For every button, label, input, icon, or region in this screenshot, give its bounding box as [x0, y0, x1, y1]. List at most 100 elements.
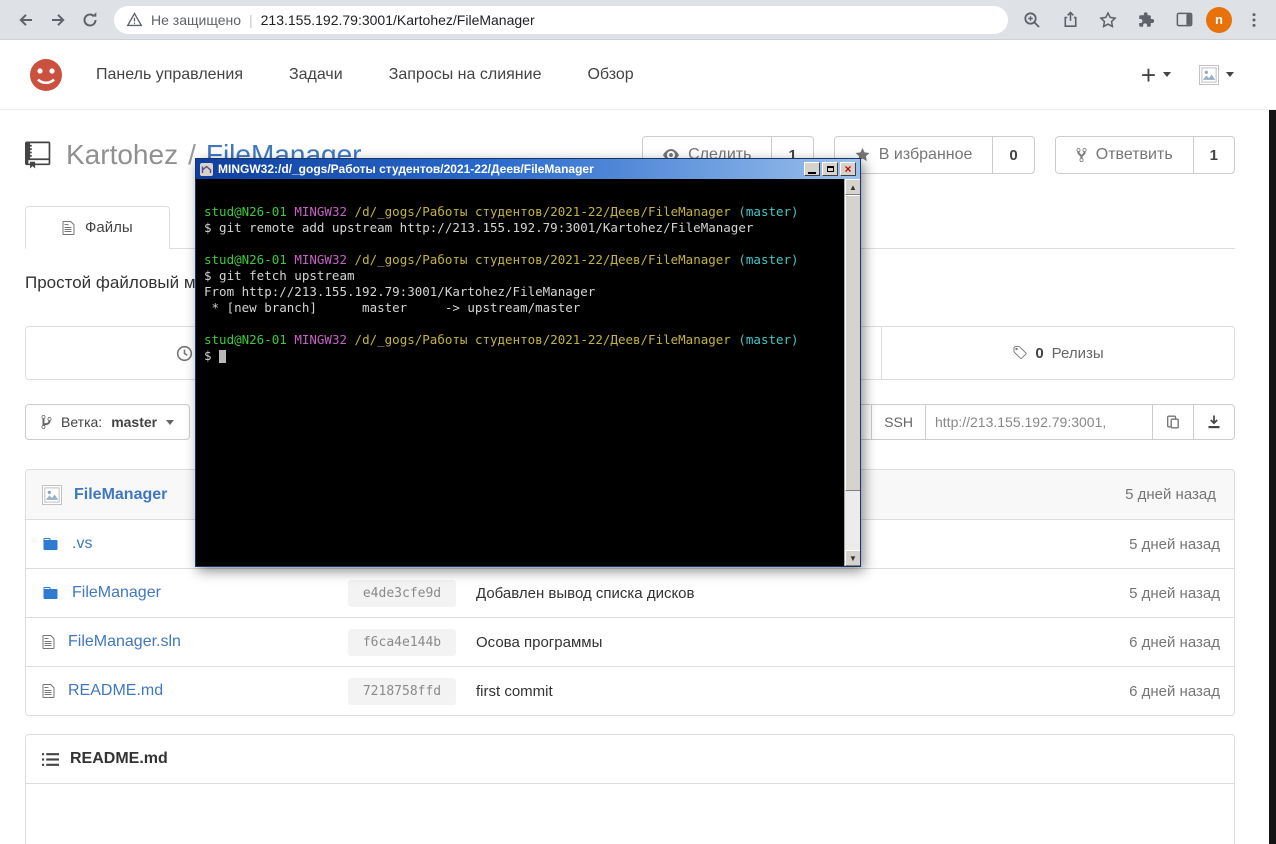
- latest-commit-age: 5 дней назад: [1125, 486, 1216, 503]
- star-group: В избранное 0: [833, 136, 1035, 174]
- create-new-plus-icon[interactable]: +: [1141, 62, 1156, 88]
- side-panel-icon[interactable]: [1168, 4, 1200, 36]
- restore-button[interactable]: [822, 162, 838, 176]
- readme-header: README.md: [26, 735, 1234, 784]
- file-link[interactable]: README.md: [68, 682, 163, 700]
- file-link[interactable]: FileManager.sln: [68, 633, 181, 651]
- terminal-input-line: $: [204, 348, 838, 364]
- committer-avatar-placeholder: [42, 484, 62, 505]
- list-icon: [42, 752, 59, 767]
- row-age: 6 дней назад: [1129, 682, 1220, 700]
- bookmark-star-icon[interactable]: [1092, 4, 1124, 36]
- user-avatar-placeholder[interactable]: [1199, 64, 1219, 85]
- address-bar[interactable]: Не защищено | 213.155.192.79:3001/Kartoh…: [114, 5, 1008, 34]
- scrollbar-thumb[interactable]: [845, 195, 860, 491]
- commit-hash[interactable]: f6ca4e144b: [348, 628, 456, 656]
- folder-icon: [42, 585, 59, 601]
- readme-content: [26, 784, 1234, 844]
- folder-icon: [42, 536, 59, 552]
- nav-item-issues[interactable]: Задачи: [289, 66, 343, 84]
- latest-commit-author-link[interactable]: FileManager: [74, 486, 167, 504]
- readme-panel: README.md: [25, 734, 1235, 844]
- back-button[interactable]: [10, 4, 42, 36]
- close-button[interactable]: ×: [840, 162, 856, 176]
- row-age: 5 дней назад: [1129, 535, 1220, 553]
- nav-item-pull-requests[interactable]: Запросы на слияние: [389, 66, 542, 84]
- download-button[interactable]: [1193, 404, 1235, 440]
- browser-toolbar: Не защищено | 213.155.192.79:3001/Kartoh…: [0, 0, 1276, 40]
- security-label: Не защищено: [151, 11, 241, 28]
- branch-caret-icon: [166, 419, 175, 425]
- zoom-icon[interactable]: [1016, 4, 1048, 36]
- file-icon: [62, 220, 75, 236]
- screen: Не защищено | 213.155.192.79:3001/Kartoh…: [0, 0, 1276, 844]
- scroll-down-arrow-icon[interactable]: ▼: [845, 550, 860, 566]
- browser-actions: n: [1016, 4, 1270, 36]
- commit-hash[interactable]: e4de3cfe9d: [348, 579, 456, 607]
- gogs-navbar: Панель управления Задачи Запросы на слия…: [0, 40, 1276, 110]
- file-icon: [42, 634, 55, 650]
- minimize-button[interactable]: [804, 162, 820, 176]
- terminal-prompt-line: stud@N26-01 MINGW32 /d/_gogs/Работы студ…: [204, 252, 799, 267]
- forward-button[interactable]: [42, 4, 74, 36]
- terminal-scrollbar[interactable]: ▲ ▼: [844, 179, 860, 566]
- branch-selector[interactable]: Ветка: master: [25, 404, 191, 440]
- fork-count[interactable]: 1: [1192, 137, 1234, 173]
- git-branch-icon: [41, 414, 52, 430]
- terminal-prompt-line: stud@N26-01 MINGW32 /d/_gogs/Работы студ…: [204, 204, 799, 219]
- repo-book-icon: [25, 140, 52, 170]
- terminal-window[interactable]: MINGW32:/d/_gogs/Работы студентов/2021-2…: [195, 158, 861, 567]
- terminal-command: $ git fetch upstream: [204, 268, 355, 283]
- nav-item-explore[interactable]: Обзор: [587, 66, 633, 84]
- fork-group: Ответвить 1: [1054, 136, 1235, 174]
- fork-button[interactable]: Ответвить: [1055, 137, 1193, 173]
- terminal-output-line: From http://213.155.192.79:3001/Kartohez…: [204, 284, 596, 299]
- table-row: README.md 7218758ffd first commit 6 дней…: [26, 666, 1234, 715]
- commit-message[interactable]: first commit: [476, 683, 1052, 700]
- table-row: FileManager.sln f6ca4e144b Осова програм…: [26, 617, 1234, 666]
- repo-owner-link[interactable]: Kartohez: [66, 139, 178, 170]
- fork-icon: [1076, 147, 1087, 163]
- file-icon: [42, 683, 55, 699]
- extensions-puzzle-icon[interactable]: [1130, 4, 1162, 36]
- table-row: FileManager e4de3cfe9d Добавлен вывод сп…: [26, 568, 1234, 617]
- browser-menu-kebab-icon[interactable]: [1238, 4, 1270, 36]
- stat-releases[interactable]: 0 Релизы: [881, 327, 1234, 379]
- url-text: 213.155.192.79:3001/Kartohez/FileManager: [260, 11, 535, 28]
- terminal-output[interactable]: stud@N26-01 MINGW32 /d/_gogs/Работы студ…: [196, 179, 860, 566]
- terminal-cursor: [219, 350, 227, 363]
- history-clock-icon: [176, 345, 193, 362]
- nav-item-dashboard[interactable]: Панель управления: [96, 66, 243, 84]
- readme-title: README.md: [70, 750, 168, 767]
- screen-edge-strip: [1269, 110, 1276, 844]
- terminal-app-icon: [200, 162, 213, 176]
- omnibox-divider: |: [249, 11, 253, 28]
- row-age: 5 дней назад: [1129, 584, 1220, 602]
- terminal-prompt-line: stud@N26-01 MINGW32 /d/_gogs/Работы студ…: [204, 332, 799, 347]
- gogs-logo[interactable]: [28, 57, 64, 93]
- share-icon[interactable]: [1054, 4, 1086, 36]
- file-link[interactable]: FileManager: [72, 584, 161, 602]
- file-link[interactable]: .vs: [72, 535, 92, 553]
- star-count[interactable]: 0: [992, 137, 1033, 173]
- scroll-up-arrow-icon[interactable]: ▲: [845, 179, 860, 195]
- terminal-window-controls: ×: [804, 162, 856, 176]
- create-new-caret-icon[interactable]: [1163, 72, 1171, 77]
- clone-url-input[interactable]: [925, 404, 1153, 440]
- copy-clipboard-button[interactable]: [1152, 404, 1194, 440]
- user-menu-caret-icon[interactable]: [1226, 72, 1234, 77]
- commit-message[interactable]: Осова программы: [476, 634, 1052, 651]
- ssh-protocol-button[interactable]: SSH: [871, 404, 926, 440]
- reload-button[interactable]: [74, 4, 106, 36]
- terminal-title: MINGW32:/d/_gogs/Работы студентов/2021-2…: [218, 162, 594, 176]
- tab-files[interactable]: Файлы: [25, 206, 170, 249]
- browser-profile-avatar[interactable]: n: [1206, 6, 1232, 33]
- security-warning-icon: [126, 11, 143, 28]
- commit-hash[interactable]: 7218758ffd: [348, 677, 456, 705]
- clone-controls: HTTP SSH: [809, 404, 1235, 440]
- commit-message[interactable]: Добавлен вывод списка дисков: [476, 585, 1052, 602]
- terminal-titlebar[interactable]: MINGW32:/d/_gogs/Работы студентов/2021-2…: [196, 159, 860, 179]
- terminal-command: $ git remote add upstream http://213.155…: [204, 220, 754, 235]
